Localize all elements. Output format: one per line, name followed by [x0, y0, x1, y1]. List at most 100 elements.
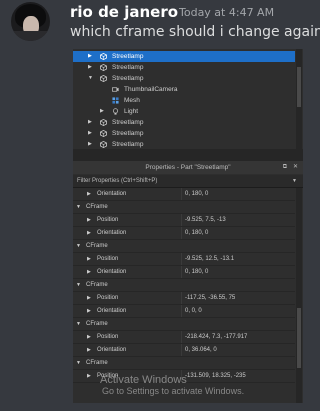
- expand-arrow-icon[interactable]: ▶: [88, 117, 92, 128]
- column-divider: [181, 370, 182, 382]
- expand-arrow-icon[interactable]: ▶: [88, 62, 92, 73]
- property-row[interactable]: ▶ Position -9.525, 7.5, -13: [73, 214, 295, 227]
- expand-arrow-icon[interactable]: ▶: [88, 128, 92, 139]
- property-value[interactable]: -9.525, 12.5, -13.1: [185, 253, 234, 265]
- expand-arrow-icon[interactable]: ▶: [88, 51, 92, 62]
- properties-title: Properties - Part "Streetlamp": [145, 164, 231, 171]
- property-row[interactable]: ▶ Position -9.525, 12.5, -13.1: [73, 253, 295, 266]
- username[interactable]: rio de janero: [70, 3, 178, 21]
- attached-screenshot[interactable]: ▶ Streetlamp ▶ Streetlamp ▼ Streetlamp T…: [73, 49, 303, 403]
- close-icon[interactable]: ✕: [293, 161, 298, 174]
- explorer-row[interactable]: ▶ Streetlamp: [73, 117, 295, 128]
- property-group-row[interactable]: ▼ CFrame: [73, 357, 295, 370]
- part-icon: [100, 141, 107, 148]
- property-row[interactable]: ▶ Orientation 0, 180, 0: [73, 266, 295, 279]
- explorer-row[interactable]: ▶ Streetlamp: [73, 128, 295, 139]
- camera-icon: [112, 87, 119, 92]
- property-row[interactable]: ▶ Position -117.25, -36.55, 75: [73, 292, 295, 305]
- property-value[interactable]: 0, 180, 0: [185, 266, 208, 278]
- property-row[interactable]: ▶ Orientation 0, 180, 0: [73, 188, 295, 201]
- part-icon: [100, 64, 107, 71]
- message-text: which cframe should i change again: [70, 24, 320, 40]
- property-group-name: CFrame: [86, 282, 108, 288]
- expand-arrow-icon[interactable]: ▶: [87, 344, 91, 356]
- explorer-scrollbar[interactable]: [296, 49, 302, 149]
- mesh-icon: [112, 97, 119, 104]
- avatar-shade: [11, 31, 50, 41]
- expand-arrow-icon[interactable]: ▶: [87, 227, 91, 239]
- explorer-row[interactable]: ▶ Light: [73, 106, 295, 117]
- light-icon: [112, 108, 119, 115]
- expand-arrow-icon[interactable]: ▶: [87, 292, 91, 304]
- message-timestamp: Today at 4:47 AM: [179, 6, 275, 19]
- property-name: Orientation: [97, 230, 127, 236]
- property-name: Position: [97, 217, 119, 223]
- property-group-row[interactable]: ▼ CFrame: [73, 279, 295, 292]
- property-value[interactable]: 0, 0, 0: [185, 305, 202, 317]
- expand-arrow-icon[interactable]: ▶: [87, 253, 91, 265]
- property-name: Orientation: [97, 308, 127, 314]
- collapse-arrow-icon[interactable]: ▼: [76, 318, 81, 330]
- property-value[interactable]: 0, 180, 0: [185, 227, 208, 239]
- property-value[interactable]: -131.509, 18.325, -235: [185, 370, 246, 382]
- collapse-arrow-icon[interactable]: ▼: [76, 357, 81, 369]
- property-name: Position: [97, 295, 119, 301]
- collapse-arrow-icon[interactable]: ▼: [76, 201, 81, 213]
- avatar[interactable]: [11, 2, 50, 41]
- panel-gap: [73, 149, 303, 161]
- part-icon: [100, 130, 107, 137]
- property-name: Orientation: [97, 269, 127, 275]
- property-name: Position: [97, 256, 119, 262]
- properties-scrollbar[interactable]: [296, 188, 302, 403]
- expand-arrow-icon[interactable]: ▶: [87, 370, 91, 382]
- explorer-row-label: Streetlamp: [112, 53, 144, 60]
- filter-properties-input[interactable]: Filter Properties (Ctrl+Shift+P) ▼: [73, 175, 303, 188]
- collapse-arrow-icon[interactable]: ▼: [76, 279, 81, 291]
- property-row[interactable]: ▶ Orientation 0, 36.064, 0: [73, 344, 295, 357]
- property-group-row[interactable]: ▼ CFrame: [73, 318, 295, 331]
- explorer-row-label: Mesh: [124, 97, 140, 104]
- undock-icon[interactable]: ⧉: [283, 161, 287, 174]
- property-name: Position: [97, 334, 119, 340]
- property-group-row[interactable]: ▼ CFrame: [73, 240, 295, 253]
- property-row[interactable]: ▶ Orientation 0, 180, 0: [73, 227, 295, 240]
- property-value[interactable]: 0, 180, 0: [185, 188, 208, 200]
- part-icon: [100, 75, 107, 82]
- part-icon: [100, 53, 107, 60]
- explorer-row[interactable]: Mesh: [73, 95, 295, 106]
- property-group-name: CFrame: [86, 204, 108, 210]
- property-value[interactable]: -218.424, 7.3, -177.917: [185, 331, 247, 343]
- expand-arrow-icon[interactable]: ▶: [87, 214, 91, 226]
- property-value[interactable]: -9.525, 7.5, -13: [185, 214, 226, 226]
- collapse-arrow-icon[interactable]: ▼: [76, 240, 81, 252]
- explorer-row-label: Streetlamp: [112, 119, 144, 126]
- explorer-row[interactable]: ThumbnailCamera: [73, 84, 295, 95]
- explorer-row[interactable]: ▶ Streetlamp: [73, 51, 295, 62]
- scrollbar-thumb[interactable]: [297, 67, 301, 107]
- expand-arrow-icon[interactable]: ▶: [87, 188, 91, 200]
- column-divider: [181, 344, 182, 356]
- property-row[interactable]: ▶ Orientation 0, 0, 0: [73, 305, 295, 318]
- scrollbar-thumb[interactable]: [297, 308, 301, 368]
- property-value[interactable]: -117.25, -36.55, 75: [185, 292, 235, 304]
- property-row[interactable]: ▶ Position -131.509, 18.325, -235: [73, 370, 295, 383]
- property-group-row[interactable]: ▼ CFrame: [73, 201, 295, 214]
- expand-arrow-icon[interactable]: ▶: [87, 305, 91, 317]
- explorer-row[interactable]: ▼ Streetlamp: [73, 73, 295, 84]
- column-divider: [181, 266, 182, 278]
- property-name: Orientation: [97, 347, 127, 353]
- column-divider: [181, 305, 182, 317]
- explorer-row[interactable]: ▶ Streetlamp: [73, 62, 295, 73]
- explorer-row-label: Streetlamp: [112, 64, 144, 71]
- chevron-down-icon[interactable]: ▼: [292, 175, 297, 187]
- column-divider: [181, 253, 182, 265]
- property-value[interactable]: 0, 36.064, 0: [185, 344, 217, 356]
- collapse-arrow-icon[interactable]: ▼: [88, 73, 93, 84]
- filter-placeholder: Filter Properties (Ctrl+Shift+P): [77, 178, 158, 184]
- property-row[interactable]: ▶ Position -218.424, 7.3, -177.917: [73, 331, 295, 344]
- expand-arrow-icon[interactable]: ▶: [87, 331, 91, 343]
- explorer-row[interactable]: ▶ Streetlamp: [73, 139, 295, 149]
- expand-arrow-icon[interactable]: ▶: [100, 106, 104, 117]
- expand-arrow-icon[interactable]: ▶: [87, 266, 91, 278]
- property-group-name: CFrame: [86, 243, 108, 249]
